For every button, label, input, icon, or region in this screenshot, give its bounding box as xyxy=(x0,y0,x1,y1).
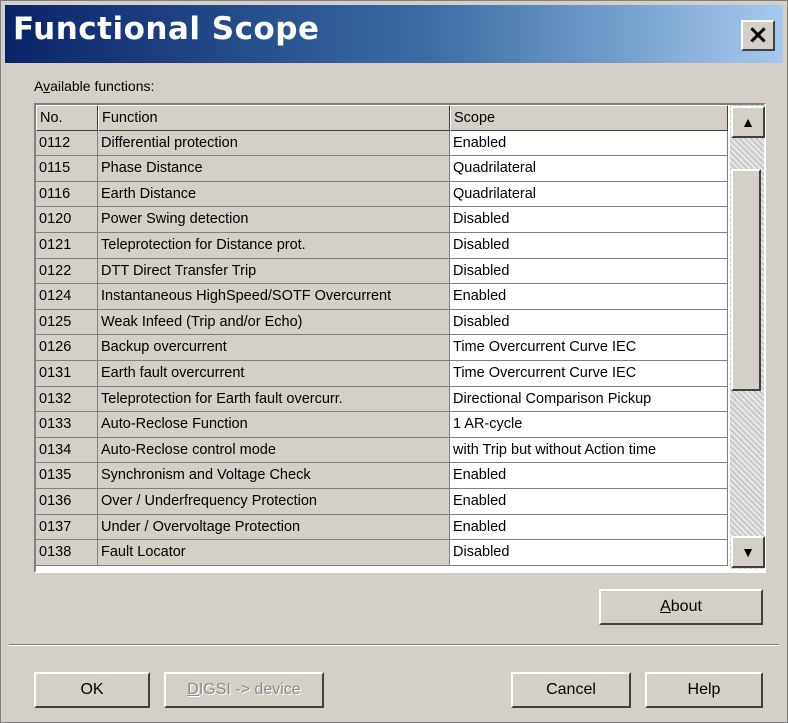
cell-no: 0138 xyxy=(36,540,98,566)
cell-function: DTT Direct Transfer Trip xyxy=(98,258,450,285)
cell-function: Earth Distance xyxy=(98,181,450,208)
digsi-to-device-button[interactable]: DIGSI -> device xyxy=(164,672,324,708)
table-row[interactable]: 0132 Teleprotection for Earth fault overc… xyxy=(36,386,728,413)
ok-button[interactable]: OK xyxy=(34,672,150,708)
cell-scope[interactable]: Time Overcurrent Curve IEC xyxy=(450,361,728,387)
cell-no: 0121 xyxy=(36,233,98,259)
cell-function: Auto-Reclose Function xyxy=(98,412,450,438)
table-row[interactable]: 0138 Fault Locator Disabled xyxy=(36,540,728,566)
cell-scope[interactable]: Disabled xyxy=(450,309,728,336)
cell-no: 0132 xyxy=(36,386,98,413)
title-bar[interactable]: Functional Scope × xyxy=(5,5,783,63)
cell-scope[interactable]: 1 AR-cycle xyxy=(450,412,728,438)
cell-function: Phase Distance xyxy=(98,156,450,182)
cell-function: Fault Locator xyxy=(98,540,450,566)
cancel-button[interactable]: Cancel xyxy=(511,672,631,708)
cell-no: 0135 xyxy=(36,463,98,489)
cell-scope[interactable]: Enabled xyxy=(450,284,728,310)
cell-no: 0134 xyxy=(36,437,98,464)
cell-scope[interactable]: with Trip but without Action time xyxy=(450,437,728,464)
scroll-down-button[interactable]: ▼ xyxy=(731,536,765,568)
cell-no: 0136 xyxy=(36,489,98,515)
cell-scope[interactable]: Disabled xyxy=(450,258,728,285)
table-row[interactable]: 0135 Synchronism and Voltage Check Enabled xyxy=(36,463,728,489)
cell-function: Synchronism and Voltage Check xyxy=(98,463,450,489)
table-row[interactable]: 0133 Auto-Reclose Function 1 AR-cycle xyxy=(36,412,728,438)
cell-function: Instantaneous HighSpeed/SOTF Overcurrent xyxy=(98,284,450,310)
about-button[interactable]: About xyxy=(599,589,763,625)
cell-no: 0125 xyxy=(36,309,98,336)
column-header-no[interactable]: No. xyxy=(36,105,98,131)
table-row[interactable]: 0136 Over / Underfrequency Protection Enab… xyxy=(36,489,728,515)
cell-scope[interactable]: Disabled xyxy=(450,233,728,259)
cell-function: Auto-Reclose control mode xyxy=(98,437,450,464)
table-row[interactable]: 0134 Auto-Reclose control mode with Trip b… xyxy=(36,437,728,464)
cell-no: 0122 xyxy=(36,258,98,285)
cell-no: 0137 xyxy=(36,514,98,541)
column-header-function[interactable]: Function xyxy=(98,105,450,131)
cell-no: 0126 xyxy=(36,335,98,361)
digsi-label: IGSI -> device xyxy=(198,681,301,698)
cell-function: Under / Overvoltage Protection xyxy=(98,514,450,541)
cell-no: 0124 xyxy=(36,284,98,310)
help-button[interactable]: Help xyxy=(645,672,763,708)
table-row[interactable]: 0137 Under / Overvoltage Protection Enable… xyxy=(36,514,728,541)
cell-scope[interactable]: Disabled xyxy=(450,540,728,566)
window-title: Functional Scope xyxy=(13,11,320,47)
table-row[interactable]: 0112 Differential protection Enabled xyxy=(36,130,728,157)
digsi-accelerator: D xyxy=(187,681,199,698)
cell-function: Backup overcurrent xyxy=(98,335,450,361)
label-part: ailable functions: xyxy=(50,78,155,94)
table-row[interactable]: 0124 Instantaneous HighSpeed/SOTF Overcur… xyxy=(36,284,728,310)
cell-scope[interactable]: Quadrilateral xyxy=(450,181,728,208)
functions-table: No. Function Scope 0112 Differential prot… xyxy=(34,103,766,573)
table-row[interactable]: 0121 Teleprotection for Distance prot. Dis… xyxy=(36,233,728,259)
cell-function: Differential protection xyxy=(98,130,450,157)
cell-no: 0133 xyxy=(36,412,98,438)
table-row[interactable]: 0122 DTT Direct Transfer Trip Disabled xyxy=(36,258,728,285)
cell-scope[interactable]: Enabled xyxy=(450,130,728,157)
cell-scope[interactable]: Quadrilateral xyxy=(450,156,728,182)
close-button[interactable]: × xyxy=(741,20,775,51)
cell-function: Teleprotection for Earth fault overcurr. xyxy=(98,386,450,413)
cell-no: 0112 xyxy=(36,130,98,157)
about-accelerator: A xyxy=(660,598,671,615)
separator xyxy=(9,644,779,646)
cell-function: Power Swing detection xyxy=(98,207,450,233)
table-row[interactable]: 0126 Backup overcurrent Time Overcurrent C… xyxy=(36,335,728,361)
cell-function: Earth fault overcurrent xyxy=(98,361,450,387)
cell-scope[interactable]: Enabled xyxy=(450,463,728,489)
cell-scope[interactable]: Enabled xyxy=(450,489,728,515)
column-header-scope[interactable]: Scope xyxy=(450,105,728,131)
about-label: bout xyxy=(670,598,702,615)
table-row[interactable]: 0120 Power Swing detection Disabled xyxy=(36,207,728,233)
cell-no: 0131 xyxy=(36,361,98,387)
cell-no: 0116 xyxy=(36,181,98,208)
scroll-up-button[interactable]: ▲ xyxy=(731,106,765,138)
cell-no: 0115 xyxy=(36,156,98,182)
cell-scope[interactable]: Directional Comparison Pickup xyxy=(450,386,728,413)
cell-function: Over / Underfrequency Protection xyxy=(98,489,450,515)
functional-scope-dialog: Functional Scope × Available functions: … xyxy=(0,0,788,723)
table-header: No. Function Scope xyxy=(36,105,728,131)
vertical-scrollbar[interactable]: ▲ ▼ xyxy=(730,105,765,569)
cell-scope[interactable]: Time Overcurrent Curve IEC xyxy=(450,335,728,361)
available-functions-label: Available functions: xyxy=(34,78,154,94)
label-part: A xyxy=(34,78,44,94)
table-row[interactable]: 0125 Weak Infeed (Trip and/or Echo) Disabl… xyxy=(36,309,728,336)
cell-scope[interactable]: Disabled xyxy=(450,207,728,233)
table-row[interactable]: 0115 Phase Distance Quadrilateral xyxy=(36,156,728,182)
table-row[interactable]: 0131 Earth fault overcurrent Time Overcurr… xyxy=(36,361,728,387)
cell-function: Weak Infeed (Trip and/or Echo) xyxy=(98,309,450,336)
cell-function: Teleprotection for Distance prot. xyxy=(98,233,450,259)
table-row[interactable]: 0116 Earth Distance Quadrilateral xyxy=(36,181,728,208)
scroll-thumb[interactable] xyxy=(731,169,761,391)
functions-grid: No. Function Scope 0112 Differential prot… xyxy=(36,105,728,569)
cell-scope[interactable]: Enabled xyxy=(450,514,728,541)
cell-no: 0120 xyxy=(36,207,98,233)
